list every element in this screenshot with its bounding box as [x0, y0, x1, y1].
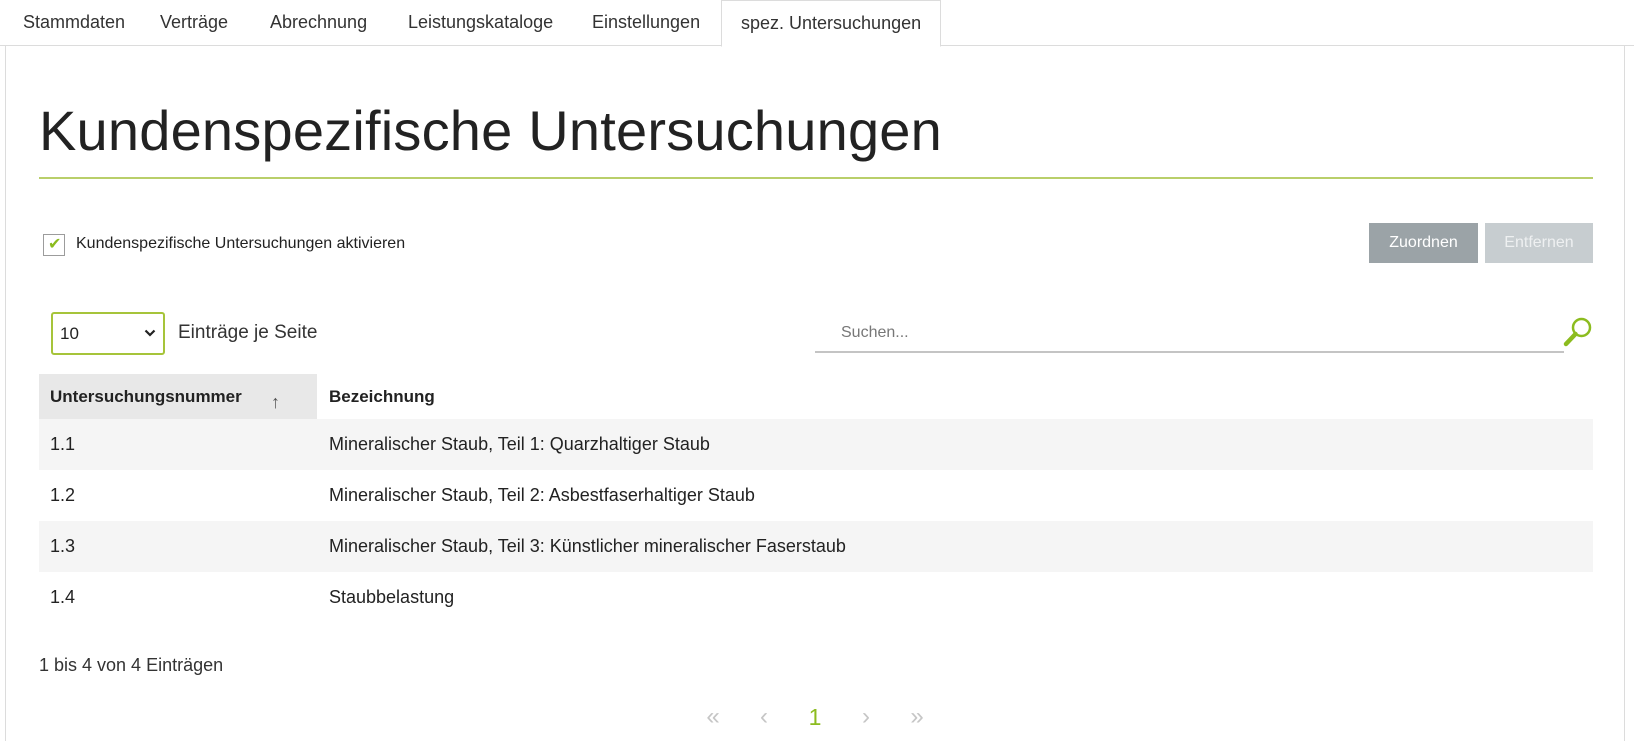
- cell-description: Mineralischer Staub, Teil 1: Quarzhaltig…: [329, 434, 710, 454]
- table-row[interactable]: 1.4 Staubbelastung: [39, 572, 1593, 623]
- cell-number: 1.1: [50, 434, 76, 454]
- table-row[interactable]: 1.2 Mineralischer Staub, Teil 2: Asbestf…: [39, 470, 1593, 521]
- activate-checkbox-label[interactable]: Kundenspezifische Untersuchungen aktivie…: [76, 235, 405, 253]
- cell-description: Staubbelastung: [329, 587, 455, 607]
- current-page-number[interactable]: 1: [805, 702, 825, 732]
- column-header-number[interactable]: Untersuchungsnummer ↑: [39, 374, 317, 419]
- examinations-table: Untersuchungsnummer ↑ Bezeichnung 1.1 Mi…: [39, 374, 1593, 623]
- cell-description: Mineralischer Staub, Teil 3: Künstlicher…: [329, 536, 846, 556]
- page-title: Kundenspezifische Untersuchungen: [39, 99, 943, 162]
- tab-stammdaten[interactable]: Stammdaten: [23, 0, 125, 46]
- title-divider: [39, 177, 1593, 179]
- entries-per-page-value: 10: [60, 324, 79, 343]
- cell-number: 1.4: [50, 587, 76, 607]
- entries-per-page-label: Einträge je Seite: [178, 322, 318, 343]
- tab-abrechnung[interactable]: Abrechnung: [270, 0, 367, 46]
- tab-leistungskataloge[interactable]: Leistungskataloge: [408, 0, 553, 46]
- cell-number: 1.2: [50, 485, 76, 505]
- remove-button[interactable]: Entfernen: [1485, 223, 1593, 263]
- table-header: Untersuchungsnummer ↑ Bezeichnung: [39, 374, 1593, 419]
- column-header-description-label: Bezeichnung: [329, 387, 435, 406]
- cell-number: 1.3: [50, 536, 76, 556]
- search-icon[interactable]: [1563, 316, 1593, 348]
- last-page-icon[interactable]: »: [905, 702, 929, 732]
- chevron-down-icon: [144, 314, 156, 369]
- next-page-icon[interactable]: ›: [858, 702, 874, 732]
- checkmark-icon: ✔: [48, 236, 62, 253]
- tab-vertraege[interactable]: Verträge: [160, 0, 228, 46]
- table-info: 1 bis 4 von 4 Einträgen: [39, 655, 224, 675]
- column-header-description[interactable]: Bezeichnung: [317, 374, 1593, 419]
- tab-spez-untersuchungen[interactable]: spez. Untersuchungen: [721, 0, 942, 47]
- tab-einstellungen[interactable]: Einstellungen: [592, 0, 700, 46]
- column-header-number-label: Untersuchungsnummer: [50, 387, 242, 406]
- previous-page-icon[interactable]: ‹: [756, 702, 772, 732]
- table-row[interactable]: 1.1 Mineralischer Staub, Teil 1: Quarzha…: [39, 419, 1593, 470]
- table-row[interactable]: 1.3 Mineralischer Staub, Teil 3: Künstli…: [39, 521, 1593, 572]
- entries-per-page-select[interactable]: 10: [51, 312, 165, 355]
- tab-bar: Stammdaten Verträge Abrechnung Leistungs…: [0, 0, 1634, 47]
- activate-checkbox[interactable]: ✔: [43, 234, 65, 256]
- first-page-icon[interactable]: «: [701, 702, 725, 732]
- assign-button[interactable]: Zuordnen: [1369, 223, 1478, 263]
- search-input[interactable]: Suchen...: [815, 318, 1564, 353]
- cell-description: Mineralischer Staub, Teil 2: Asbestfaser…: [329, 485, 755, 505]
